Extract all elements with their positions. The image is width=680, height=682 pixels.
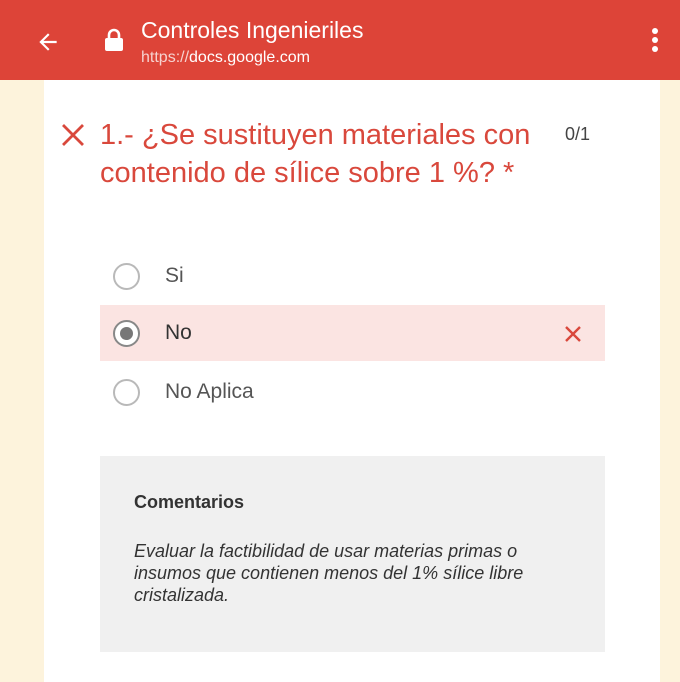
- feedback-box: Comentarios Evaluar la factibilidad de u…: [100, 456, 605, 652]
- close-icon: [565, 326, 581, 342]
- radio-button[interactable]: [113, 263, 140, 290]
- radio-button-checked[interactable]: [113, 320, 140, 347]
- url-host: docs.google.com: [189, 49, 310, 66]
- more-vert-icon: [652, 28, 658, 52]
- radio-button[interactable]: [113, 379, 140, 406]
- option-label: No: [165, 321, 192, 344]
- question-title: 1.- ¿Se sustituyen materiales con conten…: [100, 119, 531, 189]
- page-title: Controles Ingenieriles: [141, 17, 364, 43]
- question-score: 0/1: [565, 124, 591, 144]
- option-no-aplica[interactable]: No Aplica: [100, 364, 605, 420]
- lock-icon: [105, 28, 123, 51]
- close-icon: [62, 124, 84, 146]
- option-label: No Aplica: [165, 380, 254, 403]
- page-url[interactable]: https://docs.google.com: [141, 48, 310, 68]
- back-button[interactable]: [28, 22, 68, 62]
- feedback-text: Evaluar la factibilidad de usar materias…: [134, 541, 524, 605]
- option-label: Si: [165, 264, 184, 287]
- overflow-menu-button[interactable]: [640, 20, 670, 60]
- url-scheme: https://: [141, 49, 190, 66]
- feedback-title: Comentarios: [134, 492, 245, 512]
- browser-toolbar: Controles Ingenieriles https://docs.goog…: [0, 0, 680, 80]
- option-no[interactable]: No: [100, 305, 605, 361]
- arrow-left-icon: [39, 33, 57, 51]
- option-si[interactable]: Si: [100, 248, 605, 304]
